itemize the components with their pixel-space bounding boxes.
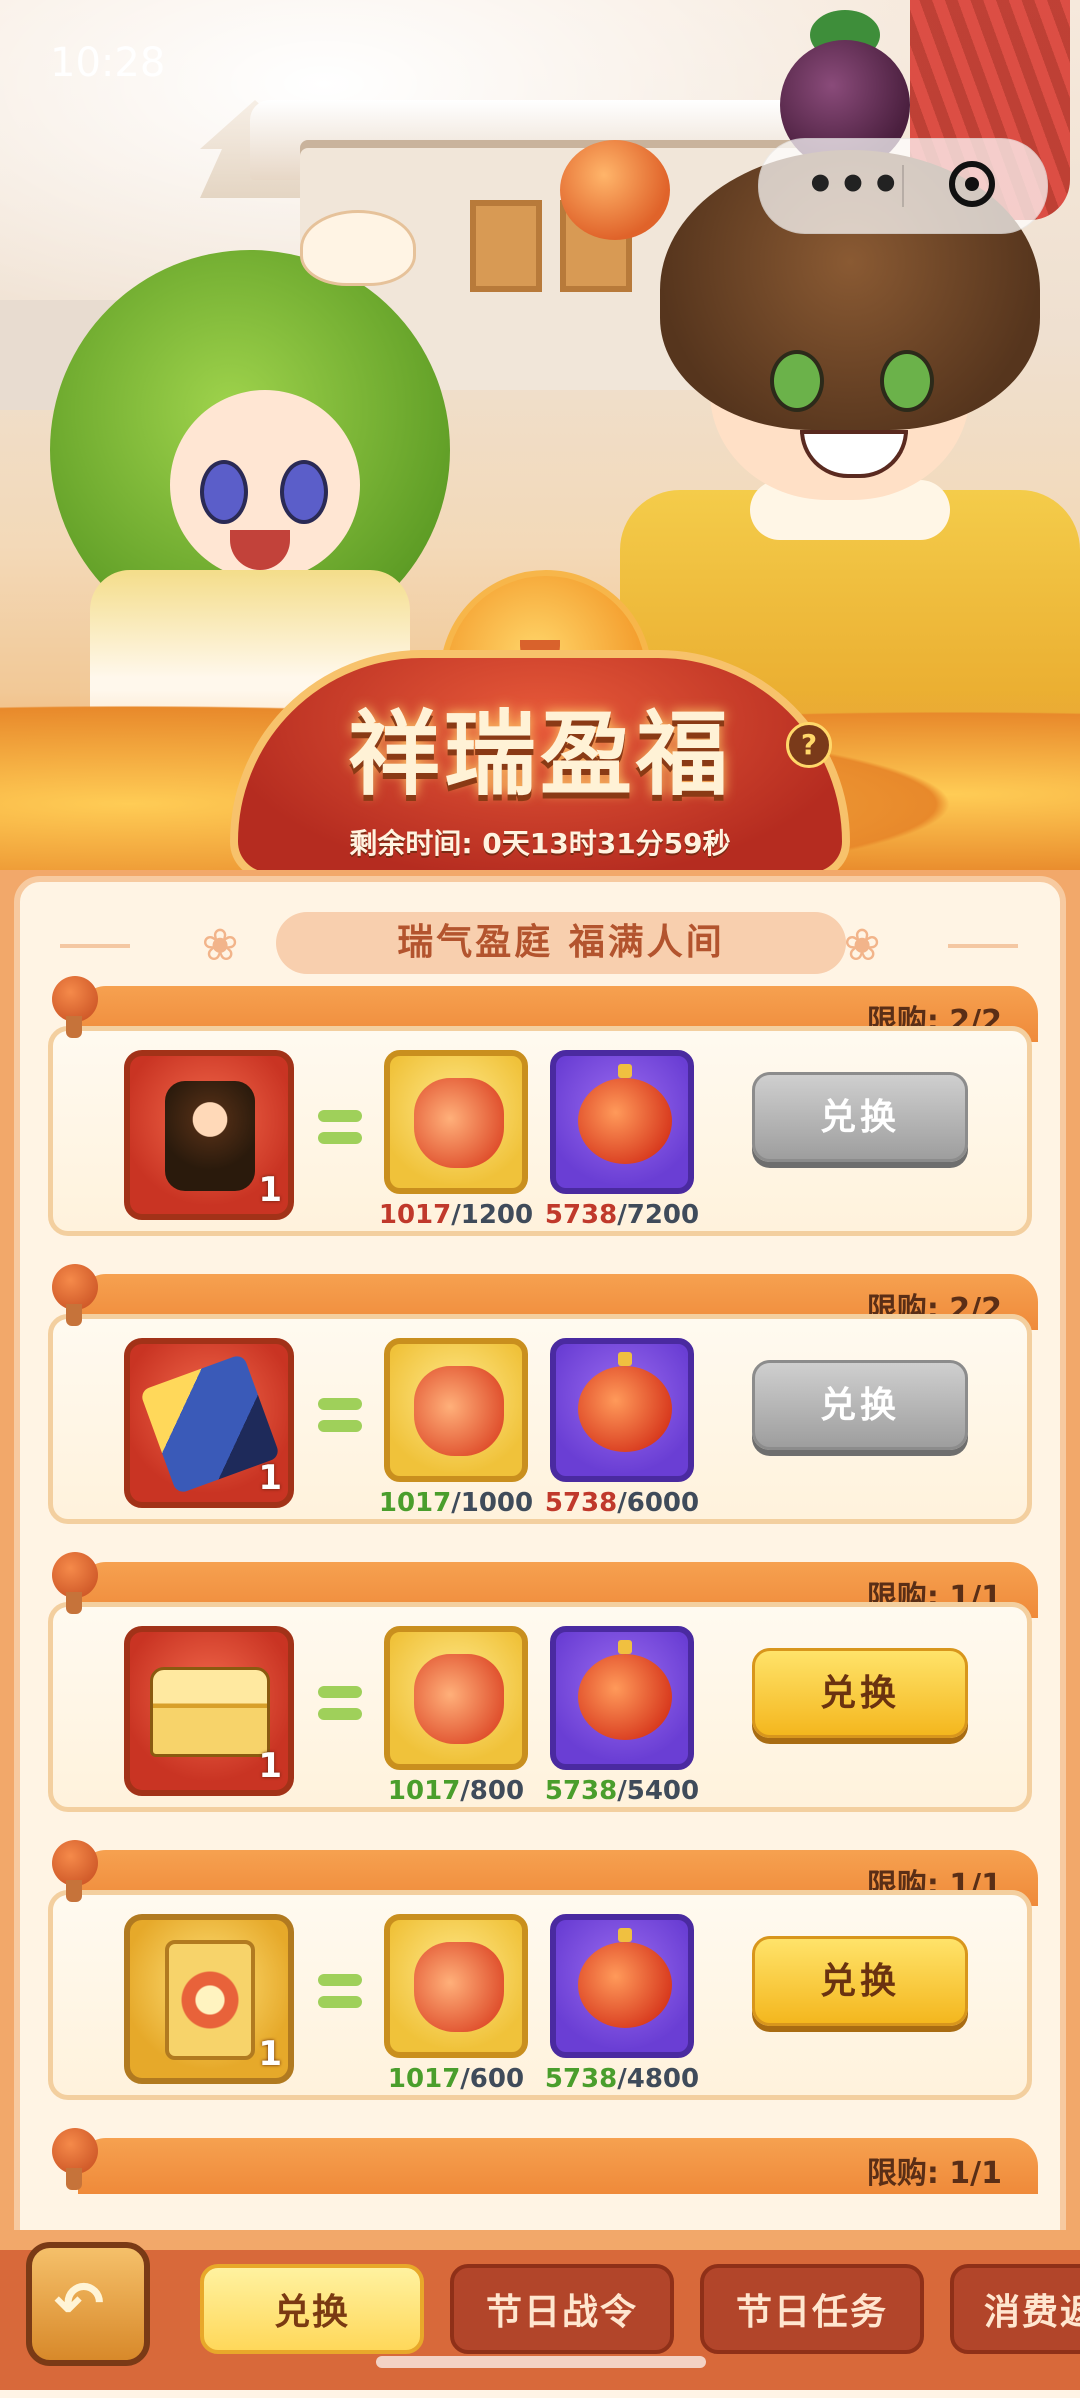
lucky-bag-icon[interactable] xyxy=(384,1914,528,2058)
candied-haw-pin-icon xyxy=(52,1264,98,1326)
purchase-limit: 限购: 1/1 xyxy=(866,2156,1002,2191)
tab-festival-tasks[interactable]: 节日任务 xyxy=(700,2264,924,2354)
cost-amount: 1017/1200 xyxy=(378,1200,534,1230)
panel-subtitle: 瑞气盈庭 福满人间 xyxy=(276,912,846,974)
reward-count: 1 xyxy=(258,2034,282,2074)
cost-amount: 1017/800 xyxy=(387,1776,525,1806)
candied-haw-pin-icon xyxy=(52,2128,98,2190)
cost-amount: 1017/1000 xyxy=(378,1488,534,1518)
exchange-item-card: 限购: 2/2 1 1017/1000 5738/6000 兑换 xyxy=(48,1264,1038,1534)
target-close-icon[interactable] xyxy=(949,161,995,207)
flower-ornament-icon: ❀ xyxy=(843,920,881,971)
card-frame-icon[interactable]: 1 xyxy=(124,1914,294,2084)
exchange-item-card: 限购: 1/1 1 1017/600 5738/4800 兑换 xyxy=(48,1840,1038,2110)
more-dots-icon[interactable]: ••• xyxy=(805,157,903,213)
tab-exchange[interactable]: 兑换 xyxy=(200,2264,424,2354)
exchange-button[interactable]: 兑换 xyxy=(752,1936,968,2026)
event-countdown: 剩余时间: 0天13时31分59秒 xyxy=(349,827,731,860)
red-lantern-icon[interactable] xyxy=(550,1050,694,1194)
lucky-bag-icon[interactable] xyxy=(384,1626,528,1770)
exchange-button[interactable]: 兑换 xyxy=(752,1648,968,1738)
red-lantern-icon[interactable] xyxy=(550,1338,694,1482)
cost-amount: 1017/600 xyxy=(387,2064,525,2094)
exchange-item-card: 限购: 2/2 1 1017/1200 5738/7200 兑换 xyxy=(48,976,1038,1246)
tab-spending-rebate[interactable]: 消费返 xyxy=(950,2264,1080,2354)
equals-icon xyxy=(318,1686,362,1722)
treasure-chest-icon[interactable]: 1 xyxy=(124,1626,294,1796)
lucky-bag-icon[interactable] xyxy=(384,1338,528,1482)
cost-amount: 5738/7200 xyxy=(544,1200,700,1230)
candied-haw-pin-icon xyxy=(52,1840,98,1902)
help-question-icon[interactable]: ? xyxy=(786,722,832,768)
exchange-panel: ❀ 瑞气盈庭 福满人间 ❀ 限购: 2/2 1 1017/1200 5738/7… xyxy=(0,870,1080,2236)
flower-ornament-icon: ❀ xyxy=(201,920,239,971)
home-indicator[interactable] xyxy=(376,2356,706,2368)
equals-icon xyxy=(318,1398,362,1434)
cost-amount: 5738/4800 xyxy=(544,2064,700,2094)
status-bar-time: 10:28 xyxy=(50,40,166,86)
red-lantern-icon[interactable] xyxy=(550,1914,694,2058)
candied-haw-pin-icon xyxy=(52,1552,98,1614)
mini-program-capsule: ••• xyxy=(758,138,1048,234)
hero-character-icon[interactable]: 1 xyxy=(124,1050,294,1220)
red-lantern-icon[interactable] xyxy=(550,1626,694,1770)
equals-icon xyxy=(318,1110,362,1146)
exchange-button[interactable]: 兑换 xyxy=(752,1072,968,1162)
event-banner: 祥瑞盈福 ? 剩余时间: 0天13时31分59秒 xyxy=(0,0,1080,880)
reward-count: 1 xyxy=(258,1170,282,1210)
back-button[interactable]: ↶ xyxy=(26,2242,150,2366)
exchange-item-card: 限购: 1/1 1 1017/800 5738/5400 兑换 xyxy=(48,1552,1038,1822)
equals-icon xyxy=(318,1974,362,2010)
exchange-button[interactable]: 兑换 xyxy=(752,1360,968,1450)
tab-festival-pass[interactable]: 节日战令 xyxy=(450,2264,674,2354)
reward-count: 1 xyxy=(258,1458,282,1498)
candied-haw-pin-icon xyxy=(52,976,98,1038)
back-arrow-icon: ↶ xyxy=(54,2269,105,2339)
cost-amount: 5738/6000 xyxy=(544,1488,700,1518)
event-title: 祥瑞盈福 xyxy=(347,700,732,808)
cost-amount: 5738/5400 xyxy=(544,1776,700,1806)
reward-count: 1 xyxy=(258,1746,282,1786)
lucky-bag-icon[interactable] xyxy=(384,1050,528,1194)
weapon-icon[interactable]: 1 xyxy=(124,1338,294,1508)
